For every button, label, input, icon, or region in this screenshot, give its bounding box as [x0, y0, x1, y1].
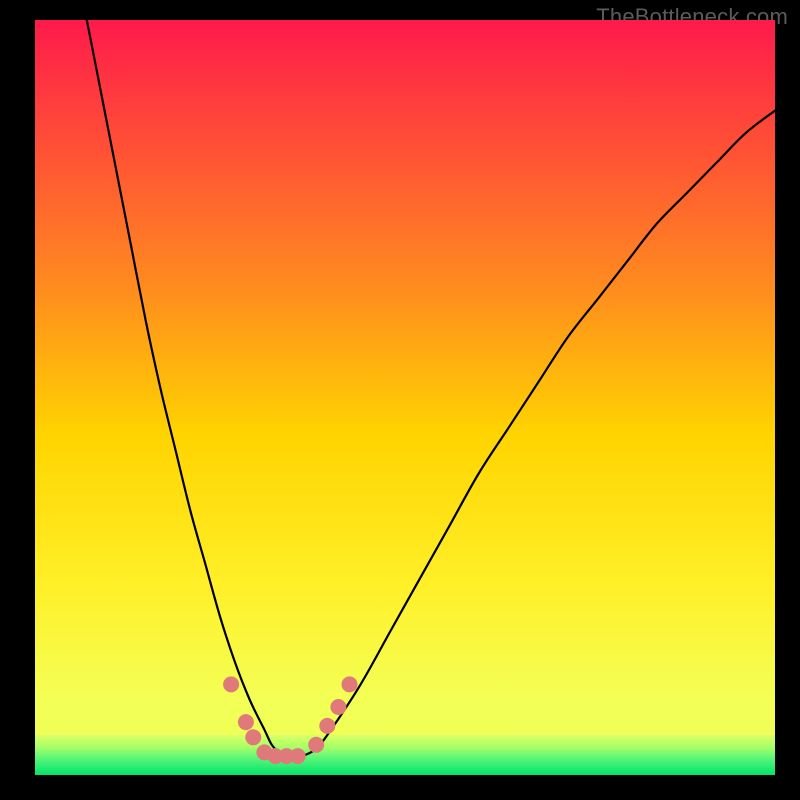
marker-dot [245, 729, 261, 745]
chart-stage: TheBottleneck.com [0, 0, 800, 800]
green-bottom-band [35, 735, 775, 775]
marker-dot [319, 718, 335, 734]
marker-dot [238, 714, 254, 730]
marker-dot [330, 699, 346, 715]
marker-dot [223, 676, 239, 692]
gradient-background [35, 20, 775, 775]
marker-dot [342, 676, 358, 692]
marker-dot [290, 748, 306, 764]
chart-svg [35, 20, 775, 775]
marker-dot [308, 737, 324, 753]
